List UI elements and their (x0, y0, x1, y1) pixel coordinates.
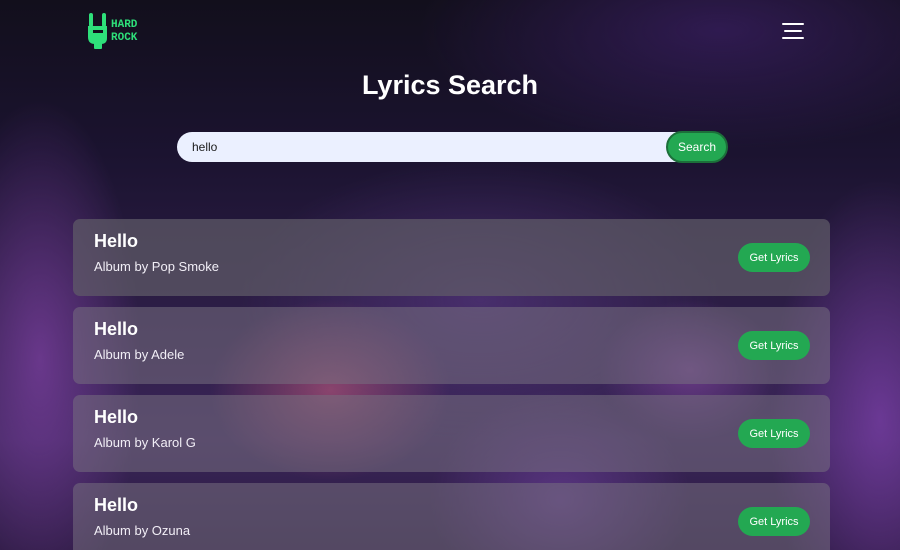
get-lyrics-button[interactable]: Get Lyrics (738, 331, 810, 360)
get-lyrics-button[interactable]: Get Lyrics (738, 243, 810, 272)
song-title: Hello (94, 319, 139, 339)
album-artist-text: Album by Adele (94, 347, 185, 362)
menu-line (782, 37, 804, 39)
album-artist-text: Album by Pop Smoke (94, 259, 220, 274)
logo-text-hard: HARD (111, 19, 138, 31)
song-title: Hello (94, 231, 139, 251)
logo-text-rock: ROCK (111, 32, 138, 44)
get-lyrics-button[interactable]: Get Lyrics (738, 507, 810, 536)
result-card: Hello Album by Adele Get Lyrics (73, 307, 830, 384)
search-input[interactable] (177, 132, 657, 162)
search-bar (177, 132, 727, 162)
result-card: Hello Album by Ozuna Get Lyrics (73, 483, 830, 550)
result-card: Hello Album by Pop Smoke Get Lyrics (73, 219, 830, 296)
hamburger-menu-icon[interactable] (782, 23, 804, 39)
menu-line (784, 30, 802, 32)
album-artist-text: Album by Ozuna (94, 523, 191, 538)
album-artist-text: Album by Karol G (94, 435, 196, 450)
get-lyrics-button[interactable]: Get Lyrics (738, 419, 810, 448)
rock-hand-icon (88, 13, 107, 49)
page-title: Lyrics Search (361, 70, 539, 100)
search-button[interactable]: Search (666, 131, 728, 163)
result-card: Hello Album by Karol G Get Lyrics (73, 395, 830, 472)
song-title: Hello (94, 495, 139, 515)
song-title: Hello (94, 407, 139, 427)
results-list: Hello Album by Pop Smoke Get Lyrics Hell… (73, 219, 830, 550)
hard-rock-logo[interactable]: HARD ROCK (87, 12, 147, 50)
menu-line (782, 23, 804, 25)
